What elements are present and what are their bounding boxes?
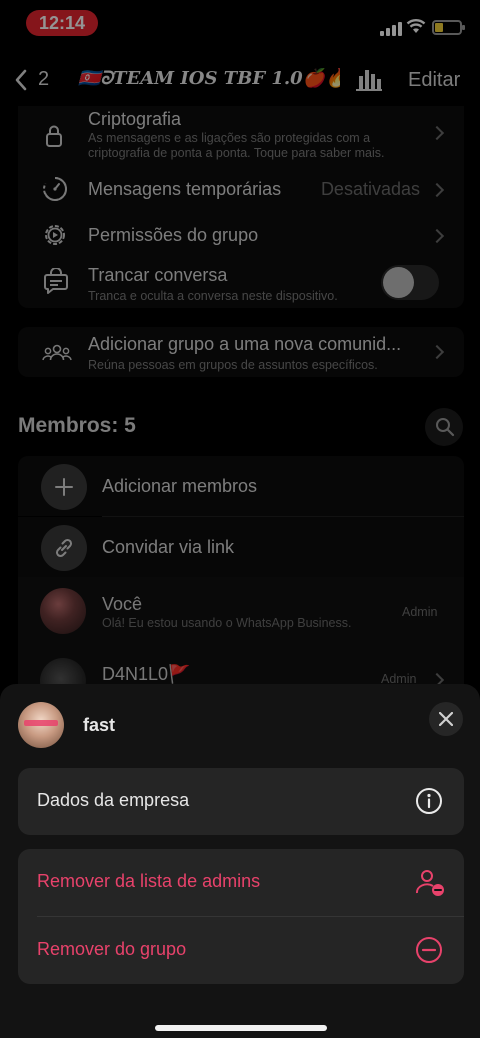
admin-actions-card: Remover da lista de admins Remover do gr… <box>18 849 464 984</box>
info-icon <box>416 788 442 814</box>
remove-admin-label: Remover da lista de admins <box>37 871 261 891</box>
remove-group-label: Remover do grupo <box>37 939 187 959</box>
contact-name: fast <box>83 715 116 735</box>
business-info-row[interactable]: Dados da empresa <box>18 768 464 835</box>
business-info-label: Dados da empresa <box>37 790 190 810</box>
member-action-sheet: fast Dados da empresa Remover da lista d… <box>0 684 480 1038</box>
remove-admin-row[interactable]: Remover da lista de admins <box>18 849 464 916</box>
home-indicator[interactable] <box>155 1025 327 1031</box>
avatar <box>18 702 64 748</box>
close-icon <box>439 712 453 726</box>
remove-admin-icon <box>416 870 444 896</box>
business-info-card: Dados da empresa <box>18 768 464 835</box>
remove-from-group-row[interactable]: Remover do grupo <box>18 917 464 984</box>
close-button[interactable] <box>429 702 463 736</box>
minus-circle-icon <box>416 937 442 963</box>
